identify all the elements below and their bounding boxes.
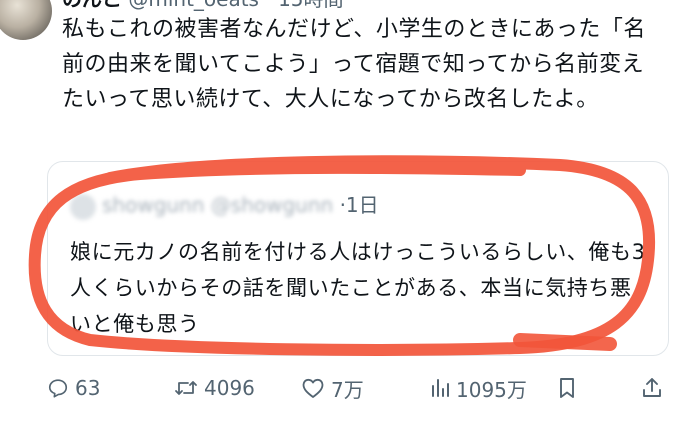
quote-time: 1日 — [345, 193, 379, 217]
tweet-header: のんこ @mint_oeats · 15時間 — [62, 0, 344, 11]
views-count: 1095万 — [456, 377, 527, 402]
author-name[interactable]: のんこ — [62, 0, 122, 11]
retweet-button[interactable]: 4096 — [174, 376, 255, 400]
like-count: 7万 — [331, 377, 364, 402]
reply-icon — [48, 379, 68, 398]
quote-author-name: showgunn — [102, 193, 205, 217]
header-separator: · — [265, 0, 271, 11]
tweet-text: 私もこれの被害者なんだけど、小学生のときにあった「名前の由来を聞いてこよう」って… — [62, 17, 646, 112]
bookmark-icon — [560, 378, 574, 398]
post-time[interactable]: 15時間 — [278, 0, 343, 11]
views-button[interactable]: 1095万 — [430, 374, 527, 403]
author-handle[interactable]: @mint_oeats — [128, 0, 259, 11]
quote-avatar — [70, 193, 96, 220]
bookmark-button[interactable] — [557, 376, 577, 400]
quote-text: 娘に元カノの名前を付ける人はけっこういるらしい、俺も3人くらいからその話を聞いた… — [70, 240, 646, 336]
views-icon — [432, 379, 449, 397]
quote-author-handle: @showgunn — [210, 193, 334, 217]
share-button[interactable] — [641, 376, 663, 400]
like-button[interactable]: 7万 — [301, 374, 364, 403]
like-icon — [302, 378, 324, 398]
reply-count: 63 — [75, 376, 101, 400]
quote-header: showgunn @showgunn ·1日 — [70, 192, 379, 220]
avatar[interactable] — [0, 0, 52, 40]
retweet-icon — [175, 381, 197, 395]
share-icon — [643, 378, 661, 397]
quote-tweet-card[interactable]: showgunn @showgunn ·1日 娘に元カノの名前を付ける人はけっこ… — [47, 161, 669, 356]
retweet-count: 4096 — [204, 376, 255, 400]
action-bar: 63 4096 7万 1095万 — [47, 368, 672, 408]
reply-button[interactable]: 63 — [47, 376, 100, 400]
